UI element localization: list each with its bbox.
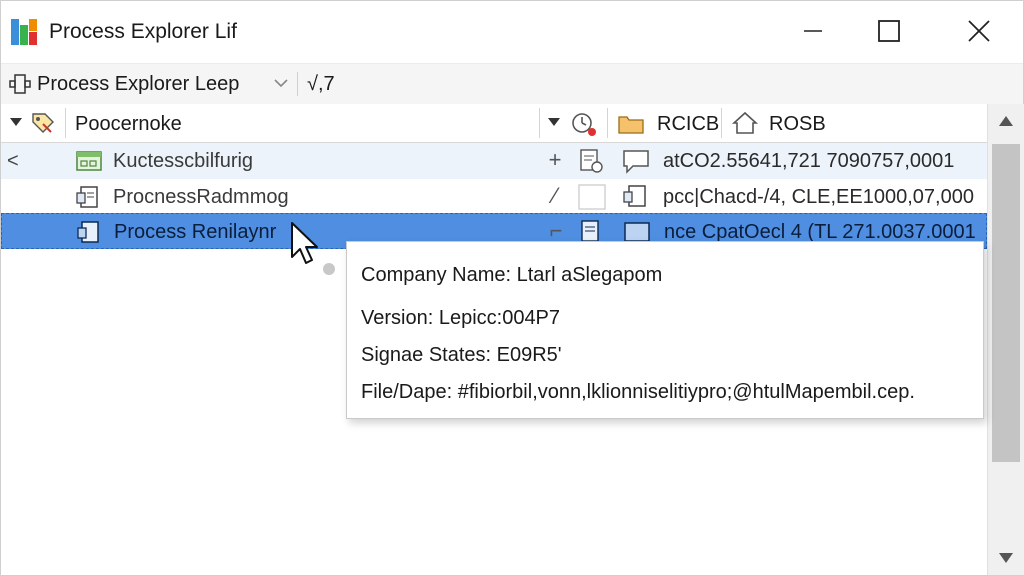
process-tag-icon: [32, 113, 54, 133]
window-title: Process Explorer Lif: [49, 20, 237, 43]
vertical-scrollbar[interactable]: [987, 104, 1024, 575]
scroll-down-arrow-icon[interactable]: [998, 551, 1014, 565]
maximize-button[interactable]: [867, 11, 911, 51]
app-icon: [11, 19, 37, 45]
process-explorer-window: Process Explorer Lif Process Explorer Le…: [0, 0, 1024, 576]
home-icon: [731, 111, 759, 134]
scrollbar-thumb[interactable]: [992, 144, 1020, 462]
process-doc-icon: [623, 185, 646, 207]
collapse-chevron[interactable]: <: [7, 151, 19, 171]
process-name: ProcnessRadmmog: [113, 186, 289, 208]
tooltip-file-path: File/Dape: #fibiorbil,vonn,lklionniselit…: [361, 381, 915, 403]
process-details: atCO2.55641,721 7090757,0001: [663, 150, 955, 172]
close-icon: [968, 20, 990, 42]
toolbar: Process Explorer Leep √,7: [1, 63, 1023, 105]
busy-indicator: [323, 263, 335, 275]
title-bar: Process Explorer Lif: [1, 1, 1023, 63]
close-button[interactable]: [957, 11, 1001, 51]
folder-icon: [618, 116, 644, 134]
process-doc-icon: [77, 221, 99, 243]
process-tooltip: Company Name: Ltarl aSlegapom Version: L…: [346, 241, 984, 419]
column-header: Poocernoke RCICB ROSB: [1, 104, 987, 143]
toolbar-extra-button[interactable]: √,7: [307, 72, 335, 96]
column-divider[interactable]: [607, 108, 608, 138]
tooltip-signature-status: Signae States: E09R5': [361, 344, 562, 366]
sort-down-icon[interactable]: [9, 115, 23, 129]
row-status-symbol: ⁄: [553, 183, 557, 208]
process-details: pcc|Chacd‐/4, CLE,EE1000,07,000: [663, 186, 974, 208]
process-name: Process Renilaynr: [114, 221, 277, 243]
process-doc-icon: [76, 186, 98, 208]
tooltip-company: Company Name: Ltarl aSlegapom: [361, 264, 663, 286]
process-dropdown-button[interactable]: [271, 72, 291, 94]
process-tree-icon: [9, 74, 31, 94]
scroll-up-arrow-icon[interactable]: [998, 114, 1014, 128]
column-rcicb[interactable]: RCICB: [657, 112, 719, 136]
cpu-gauge-icon: [572, 113, 596, 136]
row-status-symbol: ⌐: [549, 218, 563, 243]
sort-down-icon[interactable]: [547, 115, 561, 129]
checkbox-icon[interactable]: [577, 183, 607, 211]
column-divider[interactable]: [539, 108, 540, 138]
maximize-icon: [878, 20, 900, 42]
tooltip-version: Version: Lepicc:004P7: [361, 307, 561, 329]
minimize-icon: [804, 30, 822, 32]
chevron-down-icon: [274, 79, 288, 88]
row-status-symbol: +: [548, 147, 562, 172]
process-row[interactable]: ProcnessRadmmog ⁄ pcc|Chacd‐/4, CLE,EE10…: [1, 179, 987, 215]
column-divider[interactable]: [65, 108, 66, 138]
mouse-cursor-icon: [291, 222, 318, 264]
process-window-icon: [76, 151, 102, 171]
process-dropdown-label[interactable]: Process Explorer Leep: [37, 72, 239, 96]
comment-icon: [623, 150, 649, 174]
minimize-button[interactable]: [791, 11, 835, 51]
column-process-name[interactable]: Poocernoke: [75, 112, 182, 136]
toolbar-separator: [297, 72, 298, 96]
column-rosb[interactable]: ROSB: [769, 112, 826, 136]
process-name: Kuctesscbilfurig: [113, 150, 254, 172]
column-divider[interactable]: [721, 108, 722, 138]
process-row[interactable]: < Kuctesscbilfurig + atCO2.55641,721 709…: [1, 143, 987, 179]
document-gear-icon: [580, 149, 603, 173]
